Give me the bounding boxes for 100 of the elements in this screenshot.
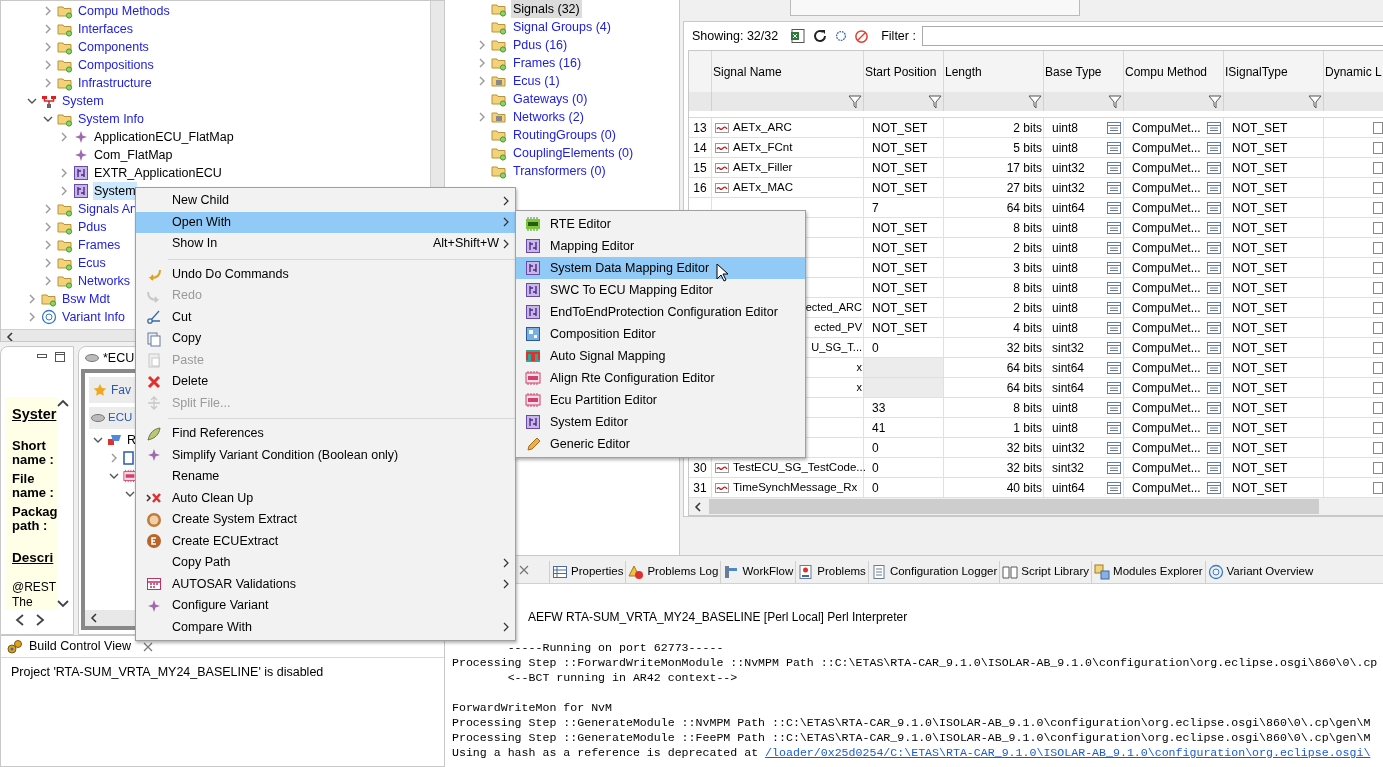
list-icon[interactable]	[1107, 321, 1121, 334]
list-icon[interactable]	[1207, 241, 1221, 254]
panel-title[interactable]: Build Control View	[29, 637, 131, 656]
collapse-chevron-icon[interactable]	[27, 96, 37, 106]
tree-item[interactable]: Pdus	[77, 217, 108, 237]
menu-item[interactable]: Cut	[136, 306, 515, 328]
tree-item[interactable]: Compu Methods	[77, 1, 171, 21]
list-icon[interactable]	[1207, 361, 1221, 374]
column-header[interactable]: Base Type	[1045, 62, 1102, 81]
expand-chevron-icon[interactable]	[43, 24, 53, 34]
menu-item[interactable]: Compare With	[136, 616, 515, 638]
list-icon[interactable]	[1107, 381, 1121, 394]
tree-item[interactable]: Variant Info	[61, 307, 126, 327]
menu-item[interactable]: Mapping Editor	[516, 235, 805, 257]
tree-item[interactable]: CouplingElements (0)	[511, 143, 636, 163]
menu-item[interactable]: Find References	[136, 423, 515, 445]
menu-item[interactable]: Configure Variant	[136, 595, 515, 617]
list-icon[interactable]	[1107, 421, 1121, 434]
panel-tab[interactable]: WorkFlow	[720, 561, 796, 583]
tree-item[interactable]: System Info	[77, 109, 145, 129]
expand-chevron-icon[interactable]	[43, 60, 53, 70]
panel-tab[interactable]: Properties	[549, 561, 626, 583]
menu-item[interactable]: Auto Clean Up	[136, 487, 515, 509]
checkbox[interactable]	[1373, 401, 1383, 414]
menu-item[interactable]: Create ECUExtract	[136, 530, 515, 552]
menu-item[interactable]: Open With	[136, 211, 515, 233]
editor-tab[interactable]: *ECU	[103, 348, 135, 368]
list-icon[interactable]	[1207, 121, 1221, 134]
panel-tab[interactable]: Problems	[795, 561, 868, 583]
expand-chevron-icon[interactable]	[43, 222, 53, 232]
list-icon[interactable]	[1107, 441, 1121, 454]
list-icon[interactable]	[1107, 221, 1121, 234]
filter-icon[interactable]	[1028, 94, 1042, 109]
list-icon[interactable]	[1207, 221, 1221, 234]
list-icon[interactable]	[1207, 341, 1221, 354]
tree-item[interactable]: EXTR_ApplicationECU	[93, 163, 223, 183]
maximize-icon[interactable]	[55, 351, 65, 362]
menu-item[interactable]: Ecu Partition Editor	[516, 389, 805, 411]
menu-item[interactable]: AUTOSAR Validations	[136, 573, 515, 595]
filter-icon[interactable]	[848, 94, 862, 109]
column-header[interactable]: Signal Name	[713, 62, 782, 81]
tree-item[interactable]: Transformers (0)	[511, 161, 608, 181]
menu-item[interactable]: Align Rte Configuration Editor	[516, 367, 805, 389]
tree-item[interactable]: System	[93, 181, 137, 201]
favorites-label[interactable]: Fav	[111, 381, 131, 399]
menu-item[interactable]: SWC To ECU Mapping Editor	[516, 279, 805, 301]
checkbox[interactable]	[1373, 161, 1383, 174]
menu-item[interactable]: Composition Editor	[516, 323, 805, 345]
menu-item[interactable]: Delete	[136, 371, 515, 393]
list-icon[interactable]	[1207, 461, 1221, 474]
tree-item[interactable]: Com_FlatMap	[93, 145, 174, 165]
link[interactable]: /loader/0x25d0254/C:\ETAS\RTA-CAR_9.1.0\ISOLAR-AB_9.1.0\configuration\org.eclipse.osgi\	[765, 745, 1371, 760]
tree-item[interactable]: ApplicationECU_FlatMap	[93, 127, 235, 147]
tree-item[interactable]: Components	[77, 37, 150, 57]
filter-settings-icon[interactable]	[834, 29, 849, 43]
list-icon[interactable]	[1107, 201, 1121, 214]
text-field[interactable]	[790, 0, 1080, 16]
list-icon[interactable]	[1107, 261, 1121, 274]
checkbox[interactable]	[1373, 121, 1383, 134]
list-icon[interactable]	[1107, 241, 1121, 254]
scroll-down-icon[interactable]	[57, 599, 69, 608]
tree-item[interactable]: RoutingGroups (0)	[511, 125, 618, 145]
scrollbar[interactable]	[689, 498, 1383, 515]
refresh-icon[interactable]	[812, 28, 829, 44]
list-icon[interactable]	[1207, 401, 1221, 414]
expand-chevron-icon[interactable]	[27, 294, 37, 304]
expand-chevron-icon[interactable]	[43, 276, 53, 286]
scroll-left-icon[interactable]	[89, 613, 99, 623]
menu-item[interactable]: Auto Signal Mapping	[516, 345, 805, 367]
expand-chevron-icon[interactable]	[43, 258, 53, 268]
clear-filter-icon[interactable]	[854, 28, 870, 44]
expand-chevron-icon[interactable]	[27, 312, 37, 322]
close-icon[interactable]	[142, 641, 153, 652]
menu-item[interactable]: Rename	[136, 466, 515, 488]
menu-item[interactable]: Simplify Variant Condition (Boolean only)	[136, 444, 515, 466]
tree-item[interactable]: Frames (16)	[511, 53, 584, 73]
list-icon[interactable]	[1107, 301, 1121, 314]
checkbox[interactable]	[1373, 261, 1383, 274]
list-icon[interactable]	[1107, 401, 1121, 414]
menu-item[interactable]: Show In Alt+Shift+W	[136, 233, 515, 255]
panel-tab[interactable]: Configuration Logger	[867, 561, 1000, 583]
ecu-label[interactable]: ECU	[108, 409, 133, 427]
checkbox[interactable]	[1373, 201, 1383, 214]
tree-item[interactable]: Ecus	[77, 253, 107, 273]
tree-item[interactable]: Bsw Mdt	[61, 289, 111, 309]
checkbox[interactable]	[1373, 421, 1383, 434]
checkbox[interactable]	[1373, 341, 1383, 354]
panel-tab[interactable]: Problems Log	[625, 561, 721, 583]
checkbox[interactable]	[1373, 281, 1383, 294]
list-icon[interactable]	[1107, 141, 1121, 154]
column-header[interactable]: ISignalType	[1225, 62, 1288, 81]
expand-chevron-icon[interactable]	[43, 42, 53, 52]
tree-item[interactable]: Frames	[77, 235, 122, 255]
checkbox[interactable]	[1373, 361, 1383, 374]
filter-icon[interactable]	[1308, 94, 1322, 109]
checkbox[interactable]	[1373, 221, 1383, 234]
checkbox[interactable]	[1373, 461, 1383, 474]
panel-tab[interactable]: Variant Overview	[1204, 561, 1316, 583]
expand-chevron-icon[interactable]	[59, 186, 69, 196]
tree-item[interactable]: Ecus (1)	[511, 71, 562, 91]
